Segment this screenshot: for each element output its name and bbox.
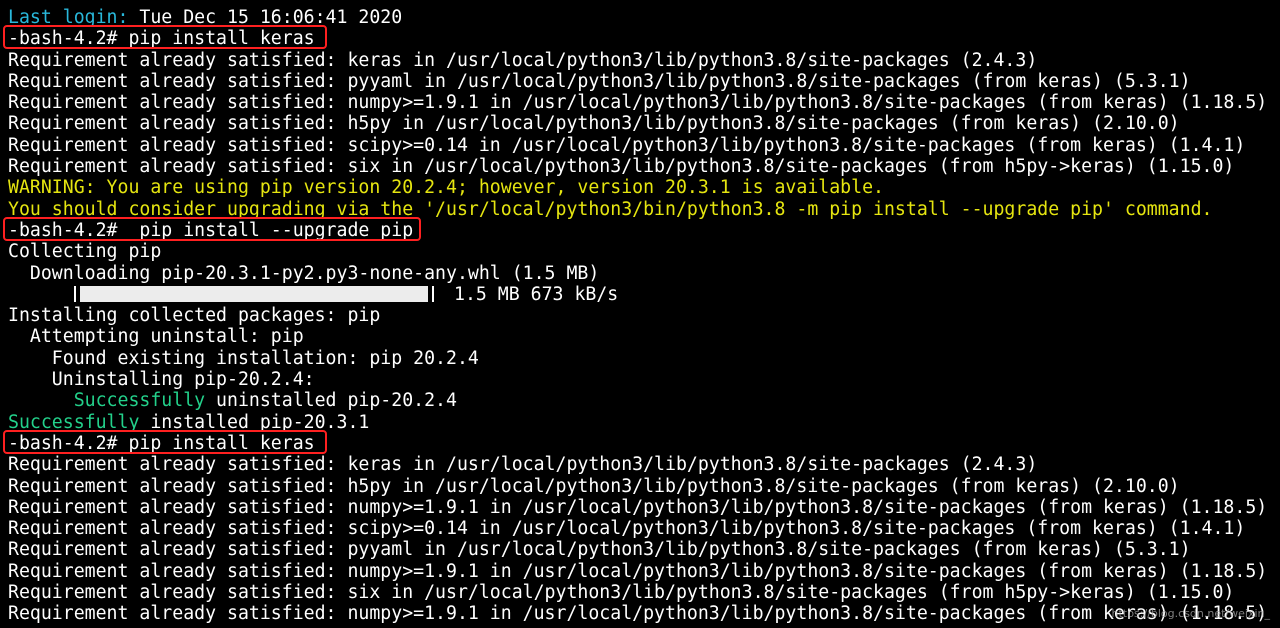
highlighted-command-line: -bash-4.2# pip install keras (3, 429, 1280, 454)
line-text: Requirement already satisfied: scipy>=0.… (8, 134, 1246, 156)
line-text: uninstalled pip-20.2.4 (205, 390, 457, 412)
line-text: Installing collected packages: pip (8, 305, 381, 327)
line-text: installed pip-20.3.1 (139, 411, 370, 433)
line-text: Requirement already satisfied: numpy>=1.… (8, 92, 1268, 114)
line-text: You should consider upgrading via the '/… (8, 198, 1213, 220)
line-text: Attempting uninstall: pip (8, 326, 304, 348)
line-text: Requirement already satisfied: h5py in /… (8, 475, 1180, 497)
terminal-line: Requirement already satisfied: keras in … (8, 50, 1280, 71)
terminal-line: Requirement already satisfied: numpy>=1.… (8, 92, 1280, 113)
terminal-line: Requirement already satisfied: keras in … (8, 454, 1280, 475)
line-text: Uninstalling pip-20.2.4: (8, 369, 315, 391)
line-text: Successfully (73, 390, 206, 412)
terminal-line: WARNING: You are using pip version 20.2.… (8, 177, 1280, 198)
line-text: Requirement already satisfied: six in /u… (8, 156, 1235, 178)
progress-track (74, 285, 434, 302)
terminal-line: Collecting pip (8, 241, 1280, 262)
terminal-line: Downloading pip-20.3.1-py2.py3-none-any.… (8, 263, 1280, 284)
terminal-line: You should consider upgrading via the '/… (8, 199, 1280, 220)
watermark: https://blog.csdn.net/weixin_ (1111, 606, 1270, 620)
line-text: Successfully (8, 411, 140, 433)
highlighted-command-line: -bash-4.2# pip install --upgrade pip (3, 216, 1280, 241)
line-text: -bash-4.2# pip install keras (8, 28, 315, 50)
line-text: Last login: (8, 7, 129, 28)
terminal-output: Last login: Tue Dec 15 16:06:41 2020 -bas… (3, 7, 1280, 625)
line-text: WARNING: You are using pip version 20.2.… (8, 177, 884, 199)
line-text: Requirement already satisfied: scipy>=0.… (8, 518, 1246, 540)
terminal-line: Uninstalling pip-20.2.4: (8, 369, 1280, 390)
terminal-line: Requirement already satisfied: pyyaml in… (8, 71, 1280, 92)
terminal-line: Requirement already satisfied: six in /u… (8, 156, 1280, 177)
progress-text: 1.5 MB 673 kB/s (454, 283, 619, 305)
terminal-line: Requirement already satisfied: six in /u… (8, 582, 1280, 603)
terminal-line: Requirement already satisfied: numpy>=1.… (8, 561, 1280, 582)
line-text: Requirement already satisfied: keras in … (8, 454, 1038, 476)
terminal-window[interactable]: Last login: Tue Dec 15 16:06:41 2020 -bas… (0, 0, 1280, 628)
line-text: Downloading pip-20.3.1-py2.py3-none-any.… (8, 262, 600, 284)
terminal-line: 1.5 MB 673 kB/s (8, 284, 1280, 305)
download-progress: 1.5 MB 673 kB/s (8, 284, 1008, 305)
terminal-line: Attempting uninstall: pip (8, 326, 1280, 347)
line-text: Requirement already satisfied: numpy>=1.… (8, 496, 1268, 518)
line-text: Requirement already satisfied: six in /u… (8, 582, 1235, 604)
line-text: Tue Dec 15 16:06:41 2020 (128, 7, 403, 28)
progress-fill (80, 285, 428, 302)
terminal-line: Last login: Tue Dec 15 16:06:41 2020 (8, 7, 1280, 28)
progress-right-edge (432, 285, 434, 302)
line-text: Collecting pip (8, 241, 162, 263)
terminal-line: Requirement already satisfied: scipy>=0.… (8, 518, 1280, 539)
line-text: Requirement already satisfied: numpy>=1.… (8, 560, 1268, 582)
terminal-line: Requirement already satisfied: h5py in /… (8, 476, 1280, 497)
terminal-line: Requirement already satisfied: pyyaml in… (8, 539, 1280, 560)
line-text (8, 390, 74, 411)
progress-bar (80, 285, 428, 302)
line-text: -bash-4.2# pip install keras (8, 432, 315, 454)
line-text: Requirement already satisfied: pyyaml in… (8, 70, 1191, 92)
line-text: Requirement already satisfied: pyyaml in… (8, 539, 1191, 561)
terminal-line: Installing collected packages: pip (8, 305, 1280, 326)
terminal-line: Successfully installed pip-20.3.1 (8, 412, 1280, 433)
terminal-line: Requirement already satisfied: numpy>=1.… (8, 497, 1280, 518)
line-text: Requirement already satisfied: h5py in /… (8, 113, 1180, 135)
terminal-line: Found existing installation: pip 20.2.4 (8, 348, 1280, 369)
terminal-line: Requirement already satisfied: scipy>=0.… (8, 135, 1280, 156)
terminal-line: Requirement already satisfied: h5py in /… (8, 113, 1280, 134)
progress-left-edge (74, 285, 76, 302)
terminal-line: Requirement already satisfied: numpy>=1.… (8, 603, 1280, 624)
line-text: Requirement already satisfied: keras in … (8, 49, 1038, 71)
line-text: -bash-4.2# pip install --upgrade pip (8, 219, 414, 241)
terminal-line: Successfully uninstalled pip-20.2.4 (8, 390, 1280, 411)
line-text: Found existing installation: pip 20.2.4 (8, 347, 479, 369)
line-text: Requirement already satisfied: numpy>=1.… (8, 603, 1268, 625)
highlighted-command-line: -bash-4.2# pip install keras (3, 25, 1280, 50)
